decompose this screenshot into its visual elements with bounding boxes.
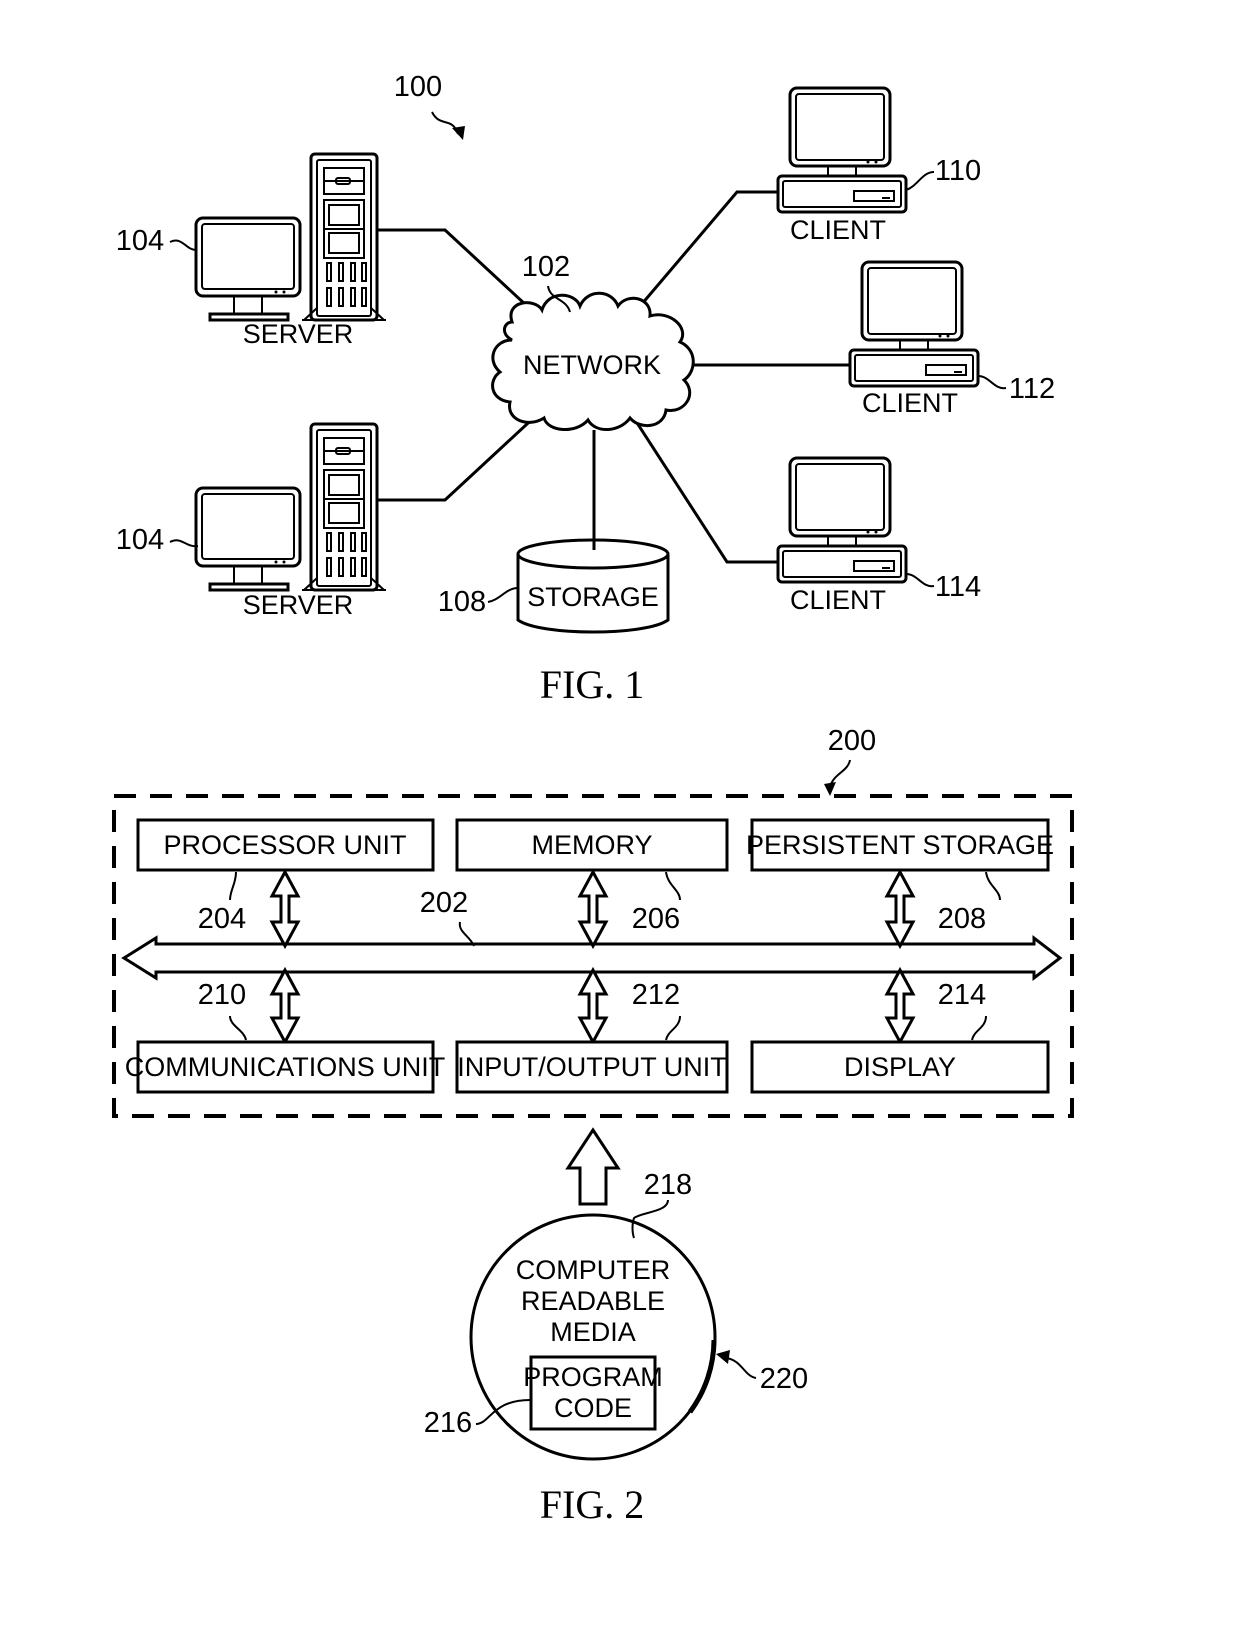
- server-icon: [194, 152, 388, 322]
- product-ref: 220: [760, 1363, 808, 1395]
- computer-readable-media: COMPUTER READABLE MEDIA 218 PROGRAM CODE…: [424, 1169, 808, 1461]
- program-code-box: PROGRAM CODE: [523, 1355, 663, 1431]
- client-ref: 114: [935, 571, 981, 603]
- leader-line: [665, 1015, 681, 1041]
- arrowhead-icon: [824, 782, 836, 796]
- server-label: SERVER: [243, 590, 354, 620]
- server-bottom: SERVER 104: [116, 422, 388, 620]
- unit-label: DISPLAY: [844, 1052, 956, 1082]
- client-icon: [776, 456, 908, 584]
- leader-line: [971, 1015, 987, 1041]
- unit-ref: 204: [198, 903, 246, 935]
- server-icon: [194, 422, 388, 592]
- client-label: CLIENT: [862, 388, 958, 418]
- reference-arrow: [431, 111, 459, 135]
- client-icon: [848, 260, 980, 388]
- leader-line: [487, 587, 519, 603]
- leader-line: [458, 921, 475, 947]
- arrowhead-icon: [716, 1350, 730, 1364]
- client-label: CLIENT: [790, 585, 886, 615]
- network-ref: 102: [522, 251, 570, 283]
- media-label-line-3: MEDIA: [550, 1317, 636, 1347]
- media-label-line-2: READABLE: [521, 1286, 665, 1316]
- leader-line: [725, 1357, 757, 1379]
- leader-line: [229, 1015, 247, 1041]
- patent-drawing-sheet: 100 NETWORK 102 SERVER 104 SERVER 104 ST…: [112, 71, 1074, 1527]
- media-label-line-1: COMPUTER: [516, 1255, 671, 1285]
- storage-cylinder: STORAGE 108: [438, 430, 670, 634]
- unit-ref: 210: [198, 979, 246, 1011]
- figure-1-caption: FIG. 1: [540, 662, 644, 707]
- network-cloud: NETWORK: [491, 291, 695, 431]
- unit-label: INPUT/OUTPUT UNIT: [457, 1052, 727, 1082]
- unit-ref: 208: [938, 903, 986, 935]
- server-ref: 104: [116, 524, 164, 556]
- figure-2: 200 PROCESSOR UNIT 204 MEMORY 206 PERSIS…: [112, 725, 1074, 1527]
- leader-line: [665, 871, 681, 901]
- leader-line: [905, 171, 935, 191]
- media-ref: 218: [644, 1169, 692, 1201]
- leader-line: [169, 239, 197, 251]
- client-label: CLIENT: [790, 215, 886, 245]
- server-label: SERVER: [243, 319, 354, 349]
- load-arrow-icon: [565, 1127, 621, 1206]
- program-code-line-1: PROGRAM: [523, 1362, 663, 1392]
- unit-ref: 212: [632, 979, 680, 1011]
- leader-line: [905, 573, 935, 588]
- leader-line: [977, 375, 1007, 390]
- program-code-line-2: CODE: [554, 1393, 632, 1423]
- client-ref: 110: [935, 155, 981, 187]
- storage-ref: 108: [438, 586, 486, 618]
- leader-line: [985, 871, 1001, 901]
- system-ref-100: 100: [394, 71, 442, 103]
- network-label: NETWORK: [523, 350, 661, 380]
- client-112: CLIENT 112: [848, 260, 1055, 418]
- client-110: CLIENT 110: [776, 86, 981, 245]
- leader-line: [229, 871, 237, 901]
- unit-label: PERSISTENT STORAGE: [746, 830, 1054, 860]
- unit-ref: 214: [938, 979, 986, 1011]
- client-114: CLIENT 114: [776, 456, 981, 615]
- unit-ref: 206: [632, 903, 680, 935]
- system-ref-200: 200: [828, 725, 876, 757]
- leader-line: [169, 539, 199, 548]
- figure-2-caption: FIG. 2: [540, 1482, 644, 1527]
- server-ref: 104: [116, 225, 164, 257]
- unit-label: PROCESSOR UNIT: [163, 830, 406, 860]
- unit-label: MEMORY: [531, 830, 652, 860]
- figure-1: 100 NETWORK 102 SERVER 104 SERVER 104 ST…: [116, 71, 1055, 707]
- arrowhead-icon: [452, 126, 465, 140]
- storage-label: STORAGE: [527, 582, 659, 612]
- server-top: SERVER 104: [116, 152, 388, 349]
- unit-label: COMMUNICATIONS UNIT: [125, 1052, 445, 1082]
- client-icon: [776, 86, 908, 214]
- client-ref: 112: [1009, 373, 1055, 405]
- program-code-ref: 216: [424, 1407, 472, 1439]
- bus-ref: 202: [420, 887, 468, 919]
